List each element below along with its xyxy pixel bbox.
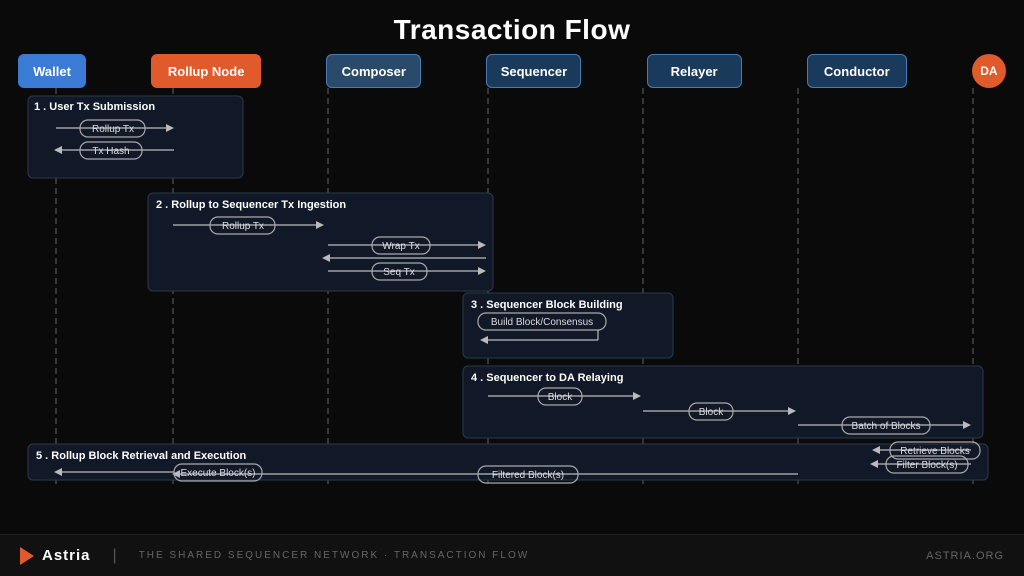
lane-sequencer: Sequencer [486,54,581,88]
svg-text:Rollup Tx: Rollup Tx [222,221,264,232]
lanes-header: Wallet Rollup Node Composer Sequencer Re… [0,46,1024,88]
svg-text:4 . Sequencer to DA Relaying: 4 . Sequencer to DA Relaying [471,372,623,384]
svg-text:5 . Rollup Block Retrieval an: 5 . Rollup Block Retrieval and Execution [36,450,247,462]
diagram-area: 1 . User Tx Submission Rollup Tx Tx Hash… [18,88,1006,488]
lane-rollup: Rollup Node [151,54,261,88]
svg-text:Retrieve Blocks: Retrieve Blocks [900,446,969,457]
footer-tagline: THE SHARED SEQUENCER NETWORK · TRANSACTI… [139,550,530,561]
svg-text:Wrap Tx: Wrap Tx [382,241,419,252]
footer-logo: Astria [20,547,91,565]
lane-relayer: Relayer [647,54,742,88]
svg-text:Build Block/Consensus: Build Block/Consensus [491,317,593,328]
svg-text:Seq Tx: Seq Tx [383,267,415,278]
svg-text:1 . User Tx Submission: 1 . User Tx Submission [34,101,155,113]
svg-text:Batch of Blocks: Batch of Blocks [852,421,921,432]
lane-composer: Composer [326,54,421,88]
footer-url: ASTRIA.ORG [926,550,1004,562]
svg-text:Block: Block [548,392,573,403]
svg-text:3 . Sequencer Block Building: 3 . Sequencer Block Building [471,299,623,311]
svg-text:Filtered Block(s): Filtered Block(s) [492,470,564,481]
lane-conductor: Conductor [807,54,907,88]
footer-separator: | [113,547,117,565]
footer: Astria | THE SHARED SEQUENCER NETWORK · … [0,534,1024,576]
astria-logo-icon [20,547,34,565]
svg-text:2 . Rollup to Sequencer Tx In: 2 . Rollup to Sequencer Tx Ingestion [156,199,346,211]
lane-da: DA [972,54,1006,88]
svg-text:Execute Block(s): Execute Block(s) [180,468,255,479]
svg-text:Block: Block [699,407,724,418]
page-title: Transaction Flow [0,0,1024,46]
footer-left: Astria | THE SHARED SEQUENCER NETWORK · … [20,547,529,565]
lane-wallet: Wallet [18,54,86,88]
brand-name: Astria [42,547,91,564]
svg-text:Tx Hash: Tx Hash [92,146,129,157]
svg-text:Rollup Tx: Rollup Tx [92,124,134,135]
svg-text:Filter Block(s): Filter Block(s) [896,460,957,471]
